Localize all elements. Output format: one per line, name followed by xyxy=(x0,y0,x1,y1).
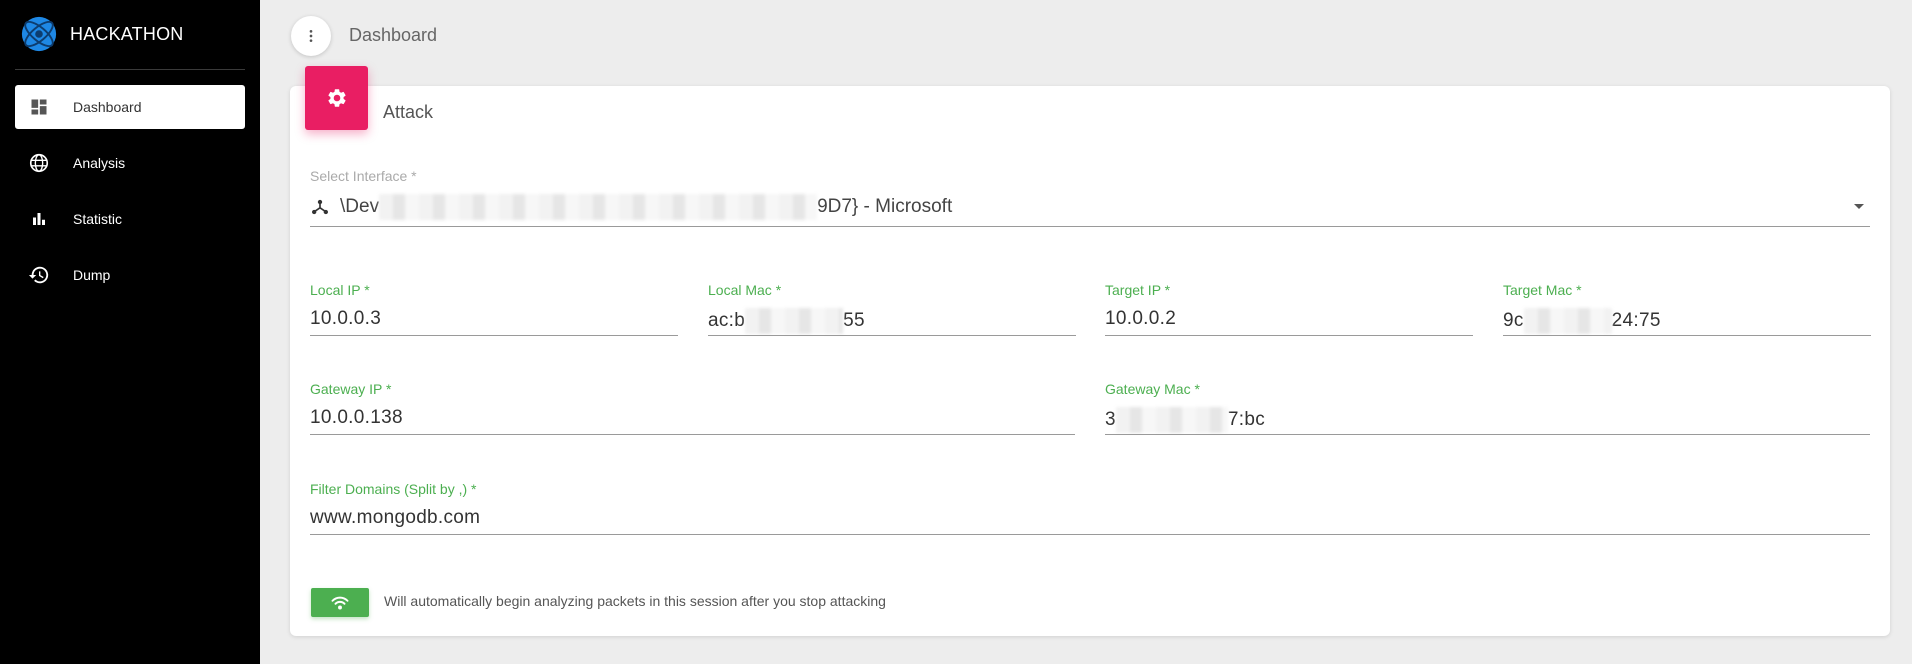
sidebar: HACKATHON Dashboard Analysis Statistic D… xyxy=(0,0,260,664)
redacted-text xyxy=(1523,308,1612,334)
sidebar-item-label: Dashboard xyxy=(73,99,142,115)
dashboard-icon xyxy=(27,95,51,119)
sidebar-divider xyxy=(15,69,245,70)
brand[interactable]: HACKATHON xyxy=(20,14,183,54)
local-mac-label: Local Mac * xyxy=(708,282,782,298)
target-mac-label: Target Mac * xyxy=(1503,282,1582,298)
sidebar-item-statistic[interactable]: Statistic xyxy=(15,197,245,241)
history-icon xyxy=(27,263,51,287)
gateway-mac-field[interactable]: Gateway Mac * 3 7:bc xyxy=(1105,381,1870,437)
interface-value: \Dev 9D7} - Microsoft xyxy=(310,194,952,220)
filter-domains-label: Filter Domains (Split by ,) * xyxy=(310,481,477,497)
local-mac-suffix: 55 xyxy=(843,310,865,332)
gateway-ip-value[interactable]: 10.0.0.138 xyxy=(310,407,403,429)
gateway-mac-label: Gateway Mac * xyxy=(1105,381,1200,397)
wifi-icon xyxy=(331,596,349,609)
local-ip-label: Local IP * xyxy=(310,282,370,298)
gear-icon xyxy=(327,89,346,107)
filter-domains-field[interactable]: Filter Domains (Split by ,) * www.mongod… xyxy=(310,481,1870,537)
card-icon-box xyxy=(305,66,368,130)
sidebar-item-analysis[interactable]: Analysis xyxy=(15,141,245,185)
local-ip-field[interactable]: Local IP * 10.0.0.3 xyxy=(310,282,678,338)
local-mac-field[interactable]: Local Mac * ac:b 55 xyxy=(708,282,1076,338)
target-mac-value[interactable]: 9c 24:75 xyxy=(1503,308,1661,334)
start-attack-button[interactable] xyxy=(311,588,369,617)
sidebar-item-label: Dump xyxy=(73,267,111,283)
gateway-ip-label: Gateway IP * xyxy=(310,381,392,397)
bar-chart-icon xyxy=(27,207,51,231)
interface-select[interactable]: Select Interface * \Dev 9D7} - Microsoft xyxy=(310,168,1870,228)
globe-logo-icon xyxy=(21,16,57,52)
chevron-down-icon[interactable] xyxy=(1854,204,1864,209)
local-mac-underline xyxy=(708,335,1076,336)
interface-value-prefix: \Dev xyxy=(340,196,380,217)
redacted-text xyxy=(745,308,844,334)
gateway-mac-value[interactable]: 3 7:bc xyxy=(1105,407,1265,433)
target-mac-suffix: 24:75 xyxy=(1611,310,1661,332)
gateway-ip-field[interactable]: Gateway IP * 10.0.0.138 xyxy=(310,381,1075,437)
sidebar-item-dump[interactable]: Dump xyxy=(15,253,245,297)
filter-domains-underline xyxy=(310,534,1870,535)
local-mac-prefix: ac:b xyxy=(708,310,746,332)
interface-underline xyxy=(310,226,1870,227)
info-text: Will automatically begin analyzing packe… xyxy=(384,593,886,609)
local-mac-value[interactable]: ac:b 55 xyxy=(708,308,865,334)
gateway-ip-underline xyxy=(310,434,1075,435)
target-mac-field[interactable]: Target Mac * 9c 24:75 xyxy=(1503,282,1871,338)
more-menu-button[interactable] xyxy=(291,16,331,56)
redacted-text xyxy=(379,194,818,220)
target-mac-underline xyxy=(1503,335,1871,336)
brand-name: HACKATHON xyxy=(70,23,184,44)
interface-value-suffix: 9D7} - Microsoft xyxy=(817,196,953,217)
more-vertical-icon xyxy=(309,30,313,42)
gateway-mac-prefix: 3 xyxy=(1105,409,1116,431)
target-ip-label: Target IP * xyxy=(1105,282,1171,298)
gateway-mac-suffix: 7:bc xyxy=(1227,409,1265,431)
local-ip-underline xyxy=(310,335,678,336)
interface-label: Select Interface * xyxy=(310,168,417,184)
sidebar-item-dashboard[interactable]: Dashboard xyxy=(15,85,245,129)
filter-domains-value[interactable]: www.mongodb.com xyxy=(310,507,480,529)
card-title: Attack xyxy=(383,102,434,122)
sidebar-item-label: Statistic xyxy=(73,211,123,227)
page-title: Dashboard xyxy=(349,25,438,45)
network-share-icon xyxy=(312,199,328,215)
target-ip-underline xyxy=(1105,335,1473,336)
target-mac-prefix: 9c xyxy=(1503,310,1524,332)
sidebar-item-label: Analysis xyxy=(73,155,126,171)
target-ip-value[interactable]: 10.0.0.2 xyxy=(1105,308,1176,330)
gateway-mac-underline xyxy=(1105,434,1870,435)
local-ip-value[interactable]: 10.0.0.3 xyxy=(310,308,381,330)
language-globe-icon xyxy=(27,151,51,175)
redacted-text xyxy=(1115,407,1228,433)
target-ip-field[interactable]: Target IP * 10.0.0.2 xyxy=(1105,282,1473,338)
